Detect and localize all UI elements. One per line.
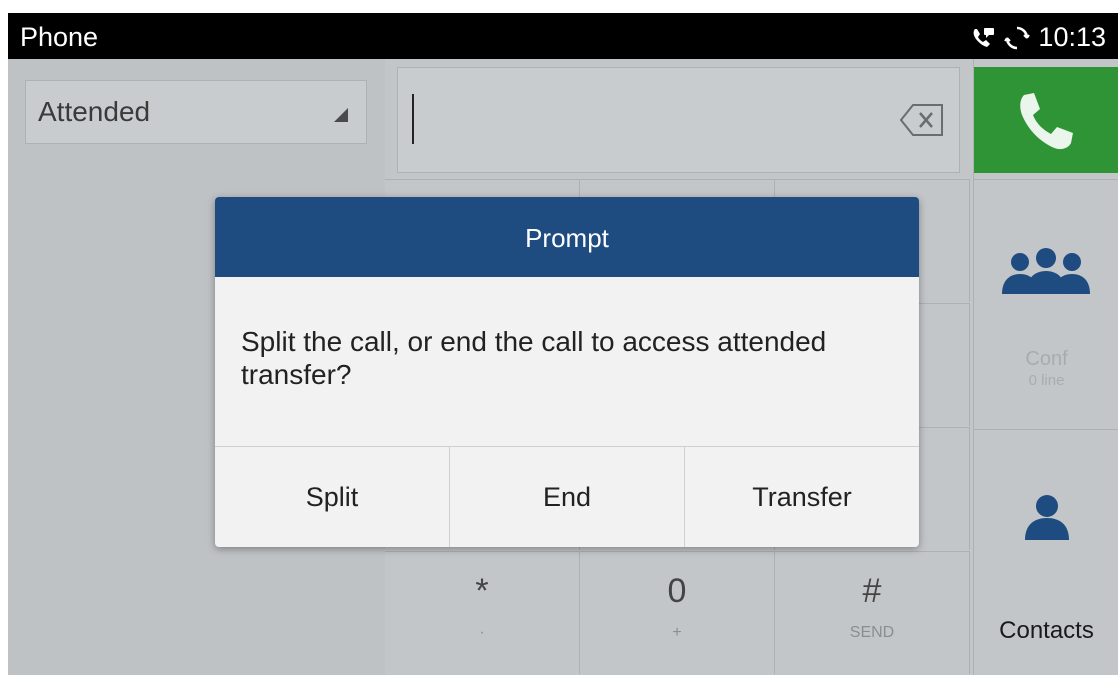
- status-icons: 10:13: [970, 22, 1106, 53]
- key-star-sub: ·: [479, 624, 485, 641]
- dropdown-arrow-icon: [334, 108, 348, 127]
- split-button[interactable]: Split: [215, 447, 450, 547]
- sync-icon: [1004, 25, 1031, 51]
- call-status-icon: [970, 25, 996, 51]
- key-hash-sub: SEND: [849, 624, 895, 641]
- transfer-mode-value: Attended: [38, 96, 151, 127]
- phone-icon: [1020, 93, 1073, 150]
- conference-button[interactable]: Conf 0 line: [974, 179, 1118, 429]
- phone-screen: Phone 10:13 Attended * · 0 + # SEND Conf…: [8, 13, 1118, 675]
- dialog-button-bar: Split End Transfer: [215, 446, 919, 547]
- backspace-icon[interactable]: [899, 102, 945, 143]
- conference-line-count: 0 line: [1028, 372, 1065, 389]
- text-cursor: [412, 94, 414, 144]
- key-0-label: 0: [667, 572, 687, 610]
- end-button[interactable]: End: [450, 447, 685, 547]
- contact-icon: [1022, 492, 1072, 547]
- status-bar: Phone 10:13: [8, 13, 1118, 59]
- contacts-button[interactable]: Contacts: [974, 429, 1118, 675]
- call-button[interactable]: [974, 67, 1118, 173]
- dialog-message: Split the call, or end the call to acces…: [241, 326, 827, 390]
- key-hash-label: #: [862, 572, 882, 610]
- key-star-label: *: [475, 572, 489, 610]
- app-title: Phone: [20, 22, 99, 52]
- conference-label: Conf: [1025, 348, 1068, 370]
- dialog-header: Prompt: [215, 197, 919, 277]
- keypad-key-star[interactable]: * ·: [385, 551, 580, 674]
- prompt-dialog: Prompt Split the call, or end the call t…: [215, 197, 919, 547]
- keypad-key-hash[interactable]: # SEND: [775, 551, 970, 674]
- key-0-sub: +: [672, 624, 682, 641]
- number-input[interactable]: [397, 67, 960, 173]
- clock: 10:13: [1038, 22, 1106, 52]
- conference-icon: [1000, 246, 1092, 301]
- contacts-label: Contacts: [999, 617, 1094, 644]
- dialog-title: Prompt: [525, 223, 609, 253]
- transfer-mode-select[interactable]: Attended: [25, 80, 367, 144]
- keypad-key-0[interactable]: 0 +: [580, 551, 775, 674]
- transfer-button[interactable]: Transfer: [685, 447, 919, 547]
- right-column: Conf 0 line Contacts: [973, 59, 1118, 675]
